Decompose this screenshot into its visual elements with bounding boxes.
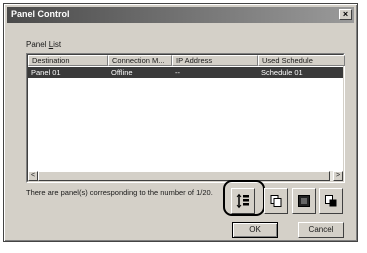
table-row[interactable]: Panel 01 Offline -- Schedule 01 (28, 67, 343, 78)
cell-connection: Offline (111, 68, 133, 77)
cancel-button[interactable]: Cancel (298, 222, 344, 238)
title-bar[interactable]: Panel Control × (7, 7, 354, 23)
copy-panel-icon (270, 195, 282, 207)
cell-destination: Panel 01 (31, 68, 61, 77)
column-destination[interactable]: Destination (28, 55, 108, 66)
column-connection-method[interactable]: Connection M... (108, 55, 172, 66)
panel-properties-button[interactable] (292, 188, 316, 214)
panel-properties-icon (298, 195, 310, 207)
callout-highlight-ring (223, 180, 265, 216)
scroll-thumb[interactable] (38, 171, 330, 181)
cell-ip-address: -- (175, 68, 180, 77)
list-header: Destination Connection M... IP Address U… (28, 55, 345, 66)
column-used-schedule[interactable]: Used Schedule (258, 55, 345, 66)
horizontal-scrollbar[interactable]: < > (28, 171, 343, 181)
scroll-right-button[interactable]: > (333, 171, 343, 181)
ok-button[interactable]: OK (232, 222, 278, 238)
copy-panel-button[interactable] (264, 188, 288, 214)
transfer-panel-icon (325, 195, 337, 207)
transfer-panel-button[interactable] (319, 188, 343, 214)
close-button[interactable]: × (339, 9, 352, 20)
status-message: There are panel(s) corresponding to the … (26, 188, 213, 197)
panel-control-dialog: Panel Control × Panel List Destination C… (3, 3, 358, 242)
column-ip-address[interactable]: IP Address (172, 55, 258, 66)
scroll-left-button[interactable]: < (28, 171, 38, 181)
window-title: Panel Control (11, 9, 70, 19)
panel-list[interactable]: Destination Connection M... IP Address U… (26, 53, 345, 183)
panel-list-label: Panel List (26, 40, 62, 49)
cell-schedule: Schedule 01 (261, 68, 303, 77)
